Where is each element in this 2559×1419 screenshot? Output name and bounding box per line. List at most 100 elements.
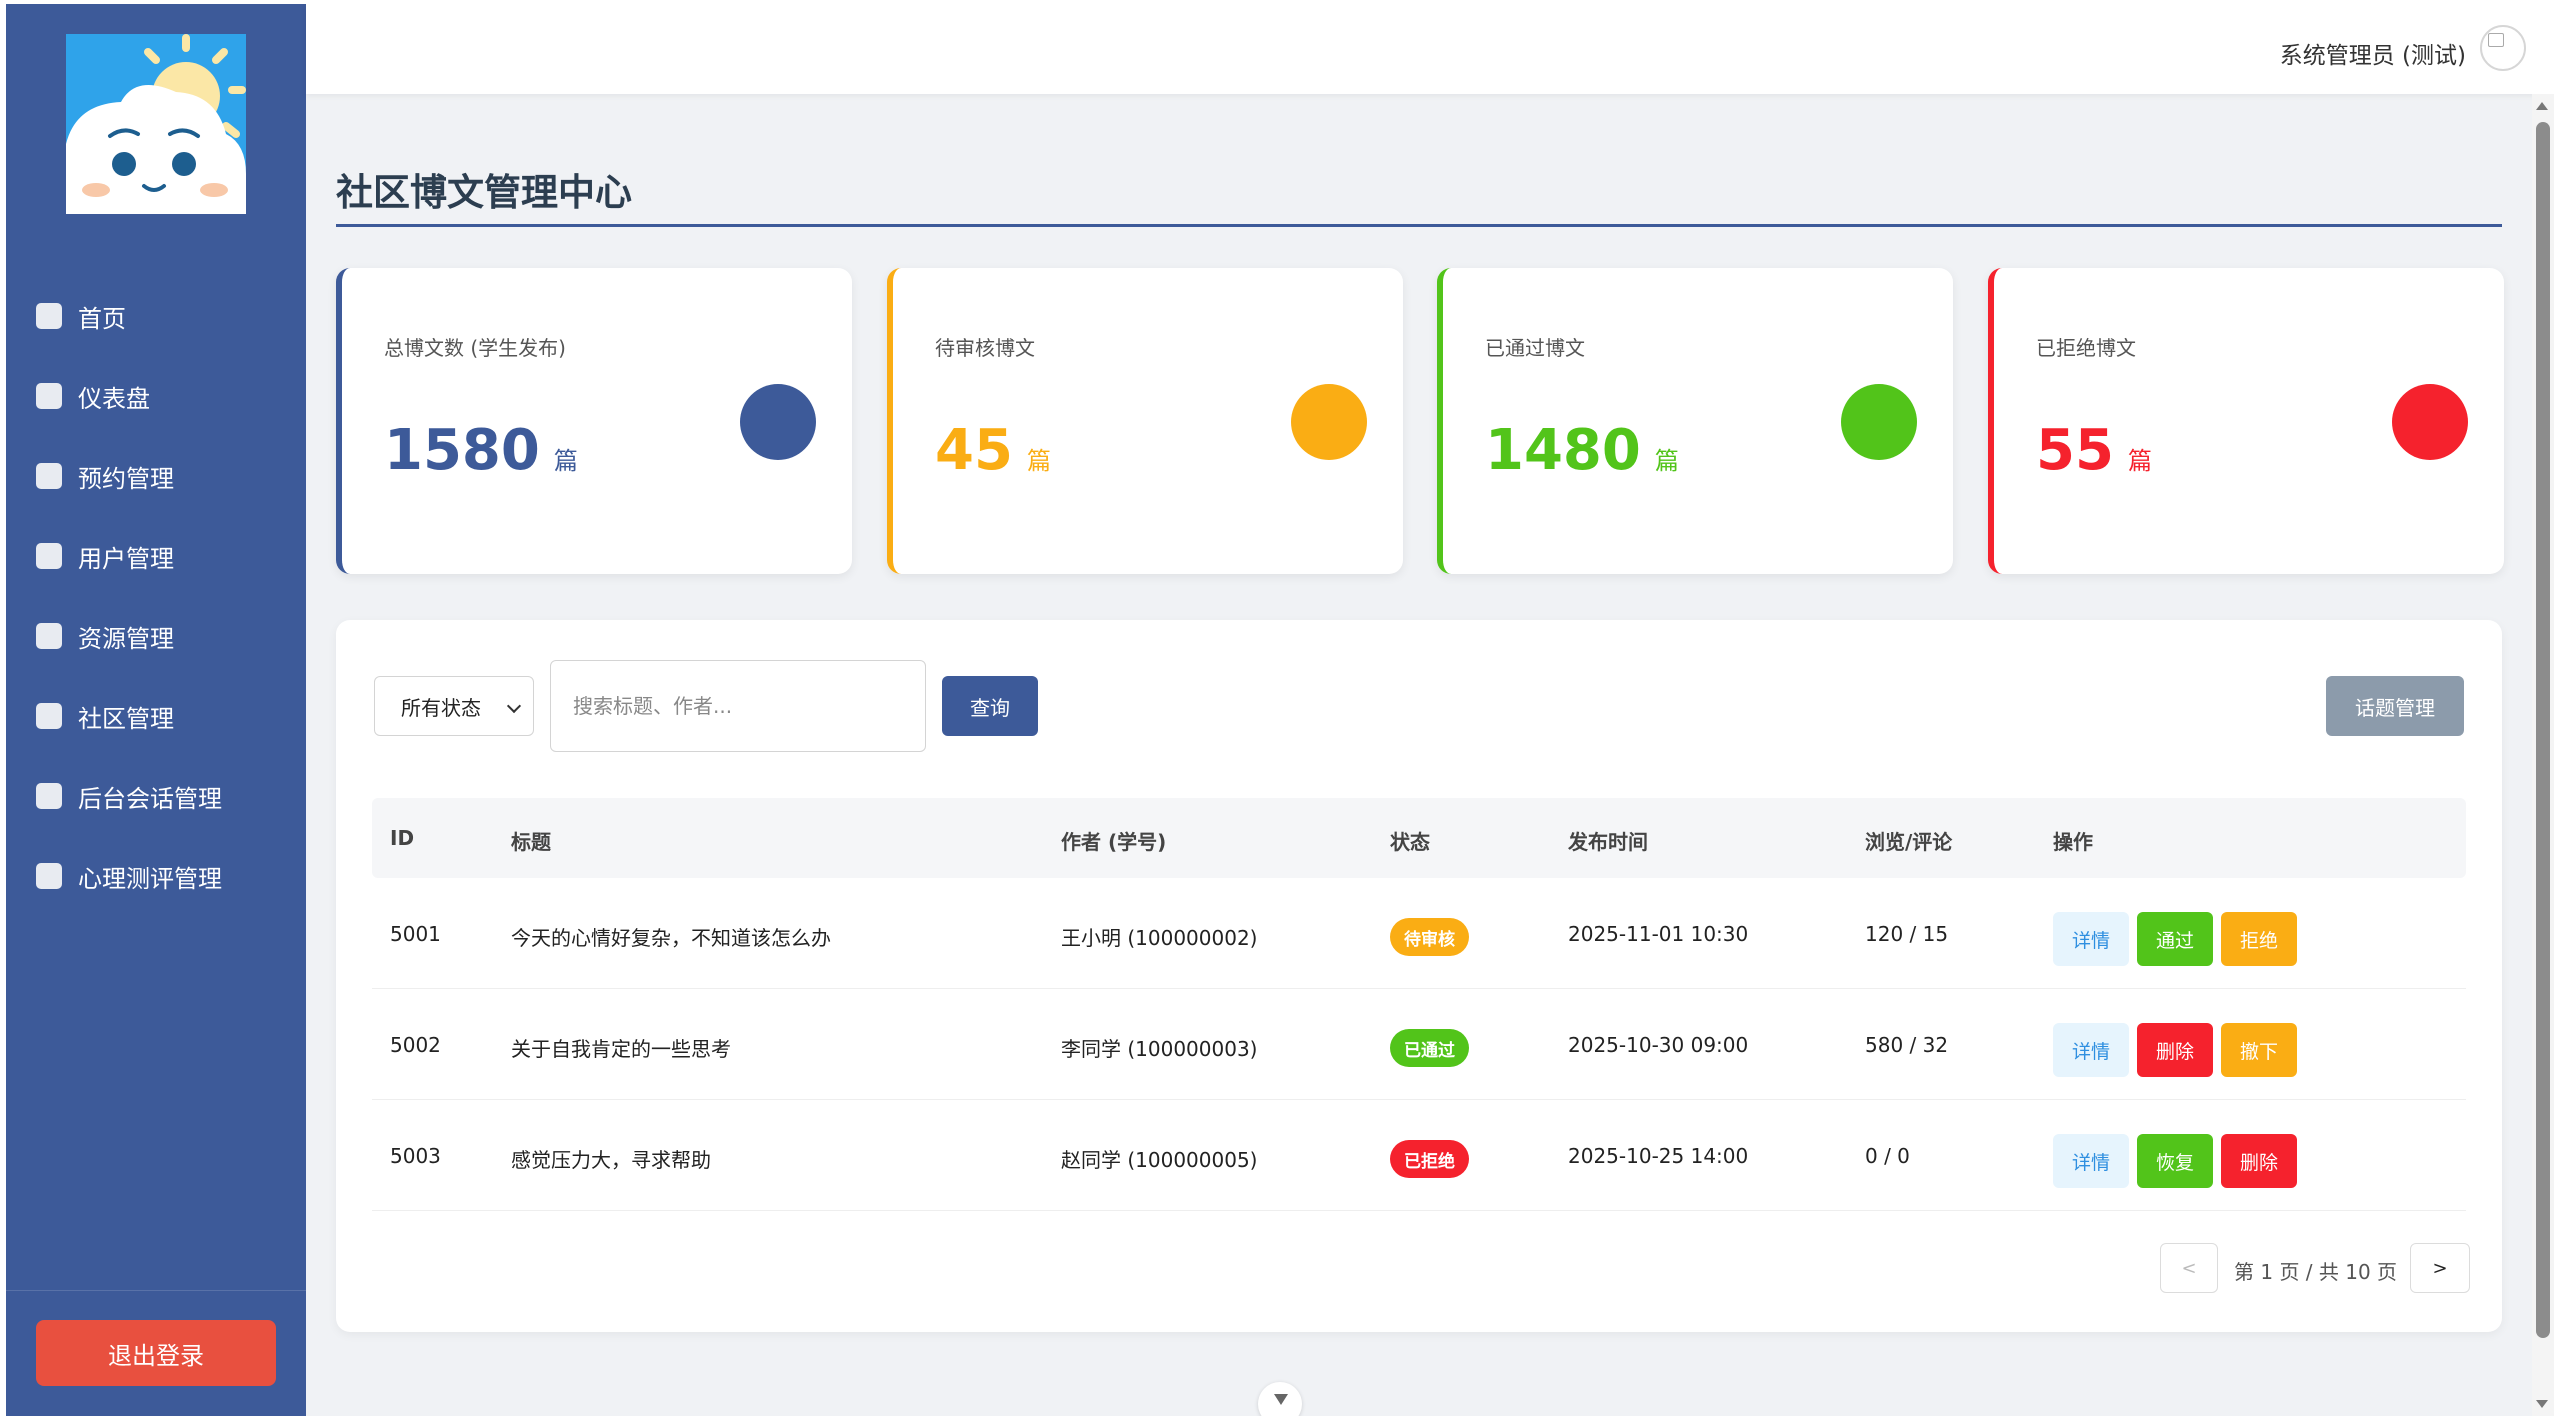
status-filter-select[interactable]: 所有状态	[374, 676, 534, 736]
cell-title: 今天的心情好复杂，不知道该怎么办	[511, 926, 831, 950]
stat-label: 已拒绝博文	[2036, 336, 2136, 360]
cell-views-comments: 580 / 32	[1865, 1033, 1949, 1057]
posts-panel: 所有状态 查询 话题管理 ID 标题 作者 (学号) 状态 发布时间 浏览/评论…	[336, 620, 2502, 1332]
scroll-down-arrow-icon[interactable]	[2536, 1400, 2548, 1408]
sidebar-item-label: 后台会话管理	[78, 784, 222, 813]
cell-author: 李同学 (100000003)	[1061, 1037, 1258, 1061]
search-input[interactable]	[550, 660, 926, 752]
delete-button[interactable]: 删除	[2137, 1023, 2213, 1077]
app-frame: 首页 仪表盘 预约管理 用户管理 资源管理 社区管理 后台会话管理 心理测评管理…	[6, 4, 2554, 1416]
nav-checkbox-icon	[36, 703, 62, 729]
cell-time: 2025-10-25 14:00	[1568, 1144, 1749, 1168]
stat-label: 总博文数 (学生发布)	[384, 336, 566, 360]
sidebar-item-assessments[interactable]: 心理测评管理	[6, 836, 306, 916]
delete-button[interactable]: 删除	[2221, 1134, 2297, 1188]
stat-number: 1480	[1485, 418, 1641, 483]
nav-checkbox-icon	[36, 383, 62, 409]
sidebar-nav: 首页 仪表盘 预约管理 用户管理 资源管理 社区管理 后台会话管理 心理测评管理	[6, 276, 306, 916]
sidebar-item-resources[interactable]: 资源管理	[6, 596, 306, 676]
stat-number: 55	[2036, 418, 2114, 483]
avatar-broken-image-icon[interactable]	[2480, 25, 2526, 71]
stat-dot-icon	[2392, 384, 2468, 460]
sidebar-item-home[interactable]: 首页	[6, 276, 306, 356]
column-header-time: 发布时间	[1568, 830, 1648, 854]
withdraw-button[interactable]: 撤下	[2221, 1023, 2297, 1077]
sidebar: 首页 仪表盘 预约管理 用户管理 资源管理 社区管理 后台会话管理 心理测评管理…	[6, 4, 306, 1416]
stat-unit: 篇	[1654, 447, 1679, 475]
stat-value: 45 篇	[935, 418, 1051, 483]
table-row: 5003 感觉压力大，寻求帮助 赵同学 (100000005) 已拒绝 2025…	[372, 1100, 2466, 1211]
reject-button[interactable]: 拒绝	[2221, 912, 2297, 966]
column-header-author: 作者 (学号)	[1061, 830, 1167, 854]
stat-value: 1580 篇	[384, 418, 578, 483]
cell-time: 2025-11-01 10:30	[1568, 922, 1749, 946]
restore-button[interactable]: 恢复	[2137, 1134, 2213, 1188]
sidebar-item-label: 社区管理	[78, 704, 174, 733]
pagination-info: 第 1 页 / 共 10 页	[2234, 1260, 2398, 1284]
sidebar-item-community[interactable]: 社区管理	[6, 676, 306, 756]
sidebar-item-label: 资源管理	[78, 624, 174, 653]
column-header-views-comments: 浏览/评论	[1865, 830, 1953, 854]
detail-button[interactable]: 详情	[2053, 1023, 2129, 1077]
sidebar-item-sessions[interactable]: 后台会话管理	[6, 756, 306, 836]
stat-card-rejected: 已拒绝博文 55 篇	[1988, 268, 2504, 574]
sidebar-item-dashboard[interactable]: 仪表盘	[6, 356, 306, 436]
stat-value: 55 篇	[2036, 418, 2152, 483]
page-title: 社区博文管理中心	[336, 171, 632, 214]
sidebar-item-label: 仪表盘	[78, 384, 150, 413]
cell-time: 2025-10-30 09:00	[1568, 1033, 1749, 1057]
logo-icon	[66, 34, 246, 214]
top-header: 系统管理员 (测试)	[306, 4, 2554, 94]
title-underline	[336, 224, 2502, 227]
cell-id: 5003	[390, 1144, 441, 1168]
sidebar-item-label: 预约管理	[78, 464, 174, 493]
stat-dot-icon	[1291, 384, 1367, 460]
posts-table: ID 标题 作者 (学号) 状态 发布时间 浏览/评论 操作 5001 今天的心…	[372, 798, 2466, 1211]
sidebar-item-users[interactable]: 用户管理	[6, 516, 306, 596]
user-name: 系统管理员 (测试)	[2279, 43, 2466, 69]
stat-dot-icon	[740, 384, 816, 460]
stat-label: 待审核博文	[935, 336, 1035, 360]
column-header-id: ID	[390, 826, 415, 850]
stat-number: 1580	[384, 418, 540, 483]
pagination-next-button[interactable]: >	[2410, 1243, 2470, 1293]
cell-views-comments: 120 / 15	[1865, 922, 1949, 946]
chevron-down-icon	[506, 698, 522, 714]
stat-unit: 篇	[1026, 447, 1051, 475]
nav-checkbox-icon	[36, 463, 62, 489]
column-header-actions: 操作	[2053, 830, 2093, 854]
stat-number: 45	[935, 418, 1013, 483]
stat-unit: 篇	[553, 447, 578, 475]
status-badge: 已拒绝	[1390, 1140, 1469, 1178]
nav-checkbox-icon	[36, 623, 62, 649]
pagination-prev-button[interactable]: <	[2160, 1243, 2218, 1293]
stat-unit: 篇	[2127, 447, 2152, 475]
detail-button[interactable]: 详情	[2053, 1134, 2129, 1188]
cell-title: 感觉压力大，寻求帮助	[511, 1148, 711, 1172]
sidebar-item-label: 用户管理	[78, 544, 174, 573]
nav-checkbox-icon	[36, 783, 62, 809]
cell-views-comments: 0 / 0	[1865, 1144, 1910, 1168]
cell-id: 5002	[390, 1033, 441, 1057]
sidebar-item-appointments[interactable]: 预约管理	[6, 436, 306, 516]
sidebar-item-label: 心理测评管理	[78, 864, 222, 893]
table-row: 5002 关于自我肯定的一些思考 李同学 (100000003) 已通过 202…	[372, 989, 2466, 1100]
topic-management-button[interactable]: 话题管理	[2326, 676, 2464, 736]
stat-card-pending: 待审核博文 45 篇	[887, 268, 1403, 574]
stat-value: 1480 篇	[1485, 418, 1679, 483]
status-badge: 待审核	[1390, 918, 1469, 956]
scroll-up-arrow-icon[interactable]	[2536, 102, 2548, 110]
scroll-down-chevron-icon[interactable]	[1258, 1382, 1302, 1416]
stat-card-approved: 已通过博文 1480 篇	[1437, 268, 1953, 574]
column-header-title: 标题	[511, 830, 551, 854]
query-button[interactable]: 查询	[942, 676, 1038, 736]
sidebar-item-label: 首页	[78, 304, 126, 333]
stat-label: 已通过博文	[1485, 336, 1585, 360]
nav-checkbox-icon	[36, 543, 62, 569]
detail-button[interactable]: 详情	[2053, 912, 2129, 966]
logout-button[interactable]: 退出登录	[36, 1320, 276, 1386]
approve-button[interactable]: 通过	[2137, 912, 2213, 966]
column-header-status: 状态	[1390, 830, 1430, 854]
sidebar-divider	[6, 1290, 306, 1291]
scrollbar-thumb[interactable]	[2536, 122, 2550, 1338]
